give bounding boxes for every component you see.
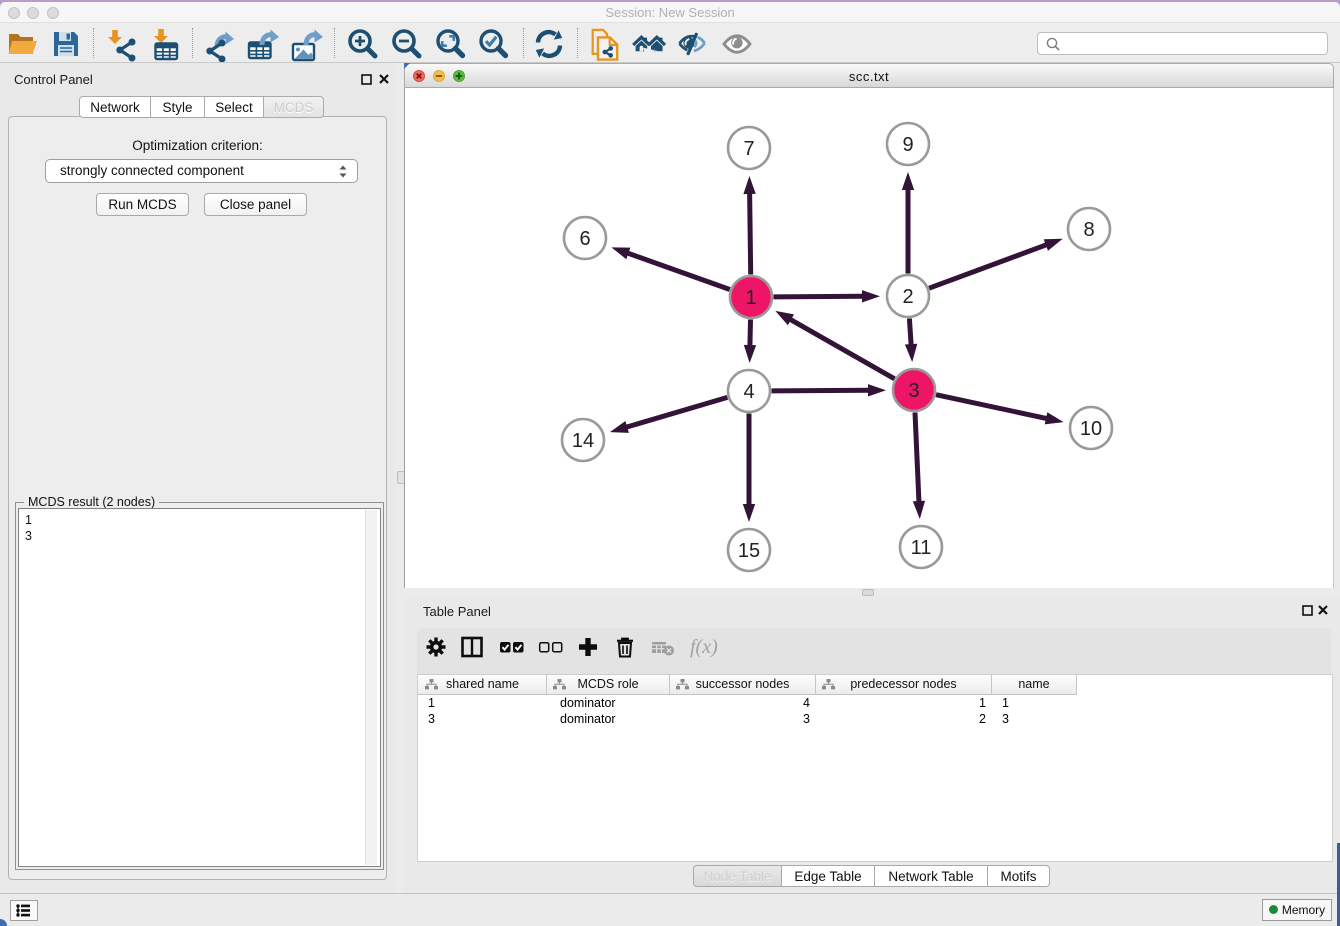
svg-text:15: 15	[738, 540, 760, 562]
svg-text:11: 11	[911, 537, 932, 559]
svg-text:1: 1	[745, 287, 756, 309]
svg-text:3: 3	[908, 380, 919, 402]
svg-text:14: 14	[572, 430, 594, 452]
svg-text:2: 2	[902, 286, 913, 308]
svg-text:4: 4	[743, 381, 754, 403]
svg-text:8: 8	[1083, 219, 1094, 241]
svg-text:6: 6	[579, 228, 590, 250]
svg-text:10: 10	[1080, 418, 1102, 440]
svg-text:9: 9	[902, 134, 913, 156]
svg-text:7: 7	[743, 138, 754, 160]
